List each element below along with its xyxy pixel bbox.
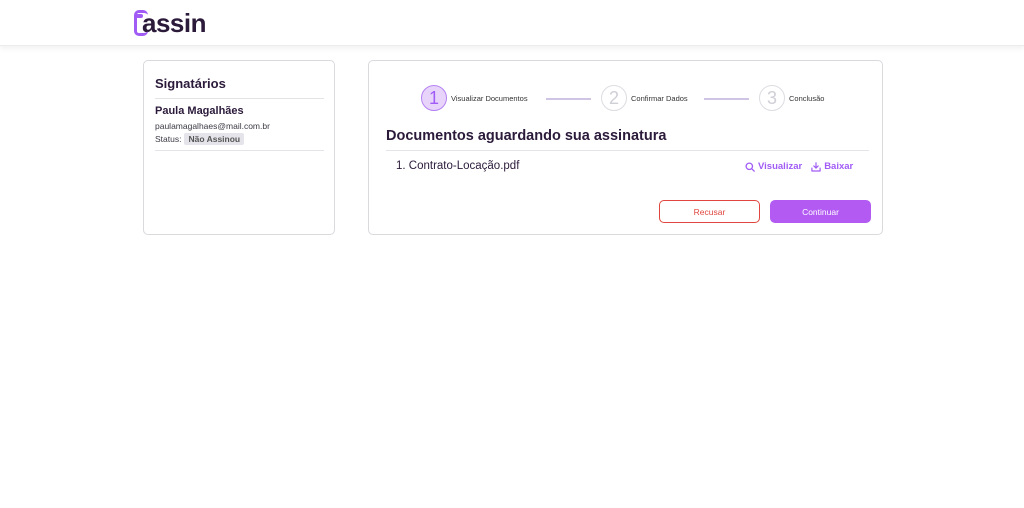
continue-button[interactable]: Continuar [770, 200, 871, 223]
step-3: 3 Conclusão [759, 85, 824, 111]
divider [155, 98, 324, 99]
step-1: 1 Visualizar Documentos [421, 85, 528, 111]
step-1-label: Visualizar Documentos [451, 93, 528, 103]
step-2: 2 Confirmar Dados [601, 85, 688, 111]
step-connector [704, 98, 749, 100]
signer-name: Paula Magalhães [155, 105, 244, 117]
status-badge: Não Assinou [184, 133, 245, 145]
step-connector [546, 98, 591, 100]
logo-mark-icon [134, 10, 148, 36]
download-icon [811, 161, 821, 172]
divider [386, 150, 869, 151]
signatories-title: Signatários [155, 76, 226, 91]
view-document-link[interactable]: Visualizar [745, 161, 802, 172]
refuse-button[interactable]: Recusar [659, 200, 760, 223]
download-label: Baixar [824, 161, 854, 172]
documents-title: Documentos aguardando sua assinatura [386, 128, 667, 144]
step-3-label: Conclusão [789, 93, 825, 103]
divider [155, 150, 324, 151]
magnifier-icon [745, 161, 755, 172]
signer-email: paulamagalhaes@mail.com.br [155, 121, 270, 131]
status-label: Status: [155, 134, 182, 144]
step-1-number: 1 [421, 85, 447, 111]
logo-text: assin [142, 8, 207, 38]
documents-card: 1 Visualizar Documentos 2 Confirmar Dado… [368, 60, 883, 235]
signer-status: Status: Não Assinou [155, 133, 245, 145]
signatories-card: Signatários Paula Magalhães paulamagalha… [143, 60, 335, 235]
top-header: assin [0, 0, 1024, 46]
document-actions: Visualizar Baixar [745, 161, 853, 172]
view-label: Visualizar [758, 161, 803, 172]
step-3-number: 3 [759, 85, 785, 111]
step-2-number: 2 [601, 85, 627, 111]
document-name: 1. Contrato-Locação.pdf [396, 160, 520, 172]
download-document-link[interactable]: Baixar [811, 161, 853, 172]
step-2-label: Confirmar Dados [631, 93, 688, 103]
assin-logo[interactable]: assin [134, 6, 207, 38]
